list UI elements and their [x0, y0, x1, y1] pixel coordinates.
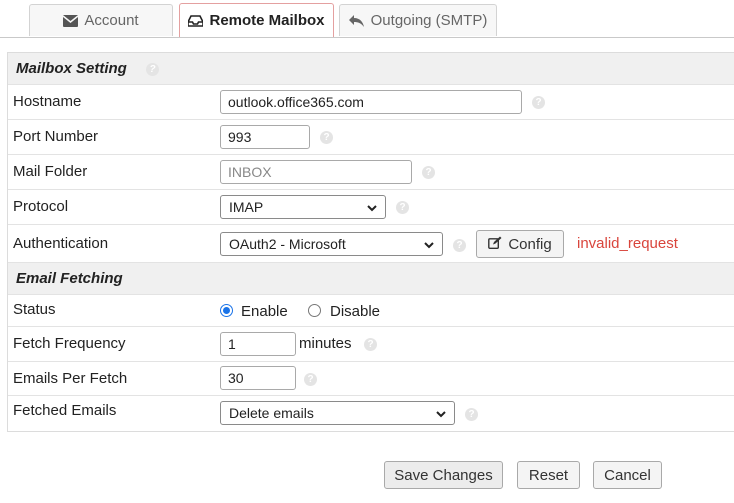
- row-status: Status Enable Disable: [8, 295, 734, 327]
- status-disable-radio[interactable]: [308, 304, 321, 317]
- help-icon: ?: [396, 201, 409, 214]
- section-title: Email Fetching: [16, 270, 123, 287]
- fetched-emails-selected: Delete emails: [229, 405, 314, 421]
- emails-per-fetch-input[interactable]: 30: [220, 366, 296, 390]
- authentication-select[interactable]: OAuth2 - Microsoft: [220, 232, 443, 256]
- port-number-input[interactable]: 993: [220, 125, 310, 149]
- section-mailbox-setting: Mailbox Setting ?: [8, 53, 734, 85]
- edit-icon: [488, 236, 502, 253]
- protocol-select[interactable]: IMAP: [220, 195, 386, 219]
- row-mail-folder: Mail Folder INBOX ?: [8, 155, 734, 190]
- mail-folder-input[interactable]: INBOX: [220, 160, 412, 184]
- emails-per-fetch-label: Emails Per Fetch: [13, 370, 128, 387]
- fetch-frequency-label: Fetch Frequency: [13, 335, 126, 352]
- protocol-label: Protocol: [13, 198, 69, 215]
- row-fetched-emails: Fetched Emails Delete emails ?: [8, 396, 734, 432]
- envelope-icon: [63, 14, 79, 27]
- status-label: Status: [13, 301, 56, 318]
- section-title: Mailbox Setting: [16, 60, 127, 77]
- fetch-frequency-unit: minutes: [299, 335, 352, 352]
- authentication-label: Authentication: [13, 235, 109, 252]
- chevron-down-icon: [367, 199, 377, 215]
- port-number-label: Port Number: [13, 128, 99, 145]
- fetch-frequency-input[interactable]: 1: [220, 332, 296, 356]
- chevron-down-icon: [436, 405, 446, 421]
- hostname-input[interactable]: outlook.office365.com: [220, 90, 522, 114]
- fetched-emails-select[interactable]: Delete emails: [220, 401, 455, 425]
- cancel-button[interactable]: Cancel: [593, 461, 662, 489]
- fetched-emails-label: Fetched Emails: [13, 402, 117, 419]
- settings-panel: Mailbox Setting ? Hostname outlook.offic…: [7, 52, 734, 432]
- row-authentication: Authentication OAuth2 - Microsoft ? Conf…: [8, 225, 734, 263]
- row-emails-per-fetch: Emails Per Fetch 30 ?: [8, 362, 734, 396]
- tab-bar: Account Remote Mailbox Outgoing (SMTP): [0, 0, 734, 38]
- row-fetch-frequency: Fetch Frequency 1 minutes ?: [8, 327, 734, 362]
- tab-outgoing-smtp-label: Outgoing (SMTP): [370, 12, 488, 29]
- status-enable-label[interactable]: Enable: [241, 303, 288, 320]
- tab-remote-mailbox-label: Remote Mailbox: [209, 12, 325, 29]
- help-icon: ?: [146, 63, 159, 76]
- row-port-number: Port Number 993 ?: [8, 120, 734, 155]
- help-icon: ?: [422, 166, 435, 179]
- authentication-error: invalid_request: [577, 235, 678, 252]
- config-button[interactable]: Config: [476, 230, 564, 258]
- authentication-selected: OAuth2 - Microsoft: [229, 236, 346, 252]
- mail-folder-label: Mail Folder: [13, 163, 88, 180]
- chevron-down-icon: [424, 236, 434, 252]
- config-button-label: Config: [508, 235, 552, 253]
- inbox-icon: [188, 14, 204, 27]
- help-icon: ?: [320, 131, 333, 144]
- tab-account[interactable]: Account: [29, 4, 173, 36]
- reply-icon: [348, 14, 365, 27]
- status-disable-label[interactable]: Disable: [330, 303, 380, 320]
- status-enable-radio[interactable]: [220, 304, 233, 317]
- tab-outgoing-smtp[interactable]: Outgoing (SMTP): [339, 4, 497, 36]
- row-hostname: Hostname outlook.office365.com ?: [8, 85, 734, 120]
- help-icon: ?: [364, 338, 377, 351]
- reset-button[interactable]: Reset: [517, 461, 580, 489]
- protocol-selected: IMAP: [229, 199, 264, 215]
- tab-remote-mailbox[interactable]: Remote Mailbox: [179, 3, 334, 37]
- hostname-label: Hostname: [13, 93, 82, 110]
- section-email-fetching: Email Fetching: [8, 263, 734, 295]
- help-icon: ?: [465, 408, 478, 421]
- row-protocol: Protocol IMAP ?: [8, 190, 734, 225]
- save-changes-button[interactable]: Save Changes: [384, 461, 503, 489]
- tab-account-label: Account: [84, 12, 139, 29]
- help-icon: ?: [532, 96, 545, 109]
- help-icon: ?: [304, 373, 317, 386]
- help-icon: ?: [453, 239, 466, 252]
